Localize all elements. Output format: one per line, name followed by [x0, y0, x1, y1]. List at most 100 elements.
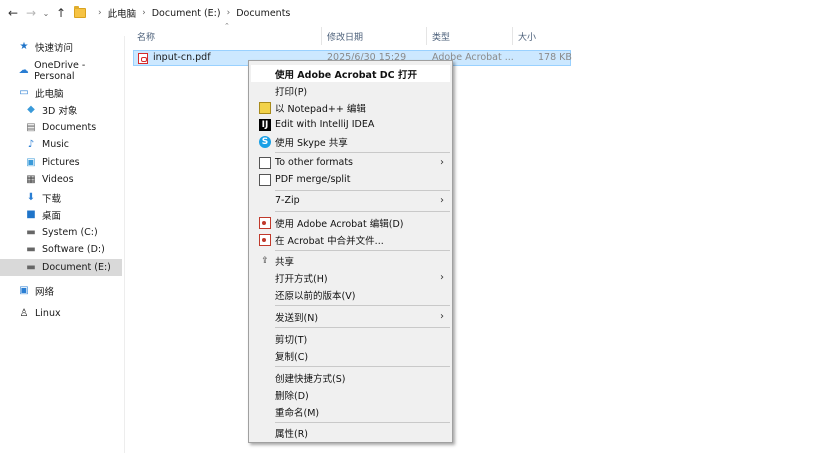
- menu-item-delete[interactable]: 删除(D): [251, 386, 450, 403]
- cube-icon: ◆: [27, 104, 35, 115]
- column-separator[interactable]: [512, 27, 513, 45]
- sidebar-item-3d-objects[interactable]: ◆ 3D 对象: [0, 101, 122, 118]
- submenu-arrow-icon: ›: [440, 157, 444, 168]
- submenu-arrow-icon: ›: [440, 272, 444, 283]
- up-arrow-icon[interactable]: ↑: [52, 3, 70, 23]
- merge-icon: [259, 173, 271, 186]
- sidebar-item-quick-access[interactable]: ★ 快速访问: [0, 38, 122, 55]
- menu-item-open-acrobat-dc[interactable]: 使用 Adobe Acrobat DC 打开: [251, 65, 450, 82]
- share-icon: ⇪: [261, 255, 269, 266]
- breadcrumb-this-pc[interactable]: 此电脑: [108, 6, 137, 20]
- back-arrow-icon[interactable]: ←: [4, 3, 22, 23]
- menu-separator: [275, 327, 450, 328]
- breadcrumb-drive-e[interactable]: Document (E:): [152, 8, 221, 19]
- menu-item-edit-acrobat[interactable]: 使用 Adobe Acrobat 编辑(D): [251, 214, 450, 231]
- network-icon: ▣: [19, 285, 29, 296]
- drive-icon: ▬: [26, 227, 36, 238]
- sidebar-item-label: 网络: [35, 286, 55, 298]
- sidebar-item-label: OneDrive - Personal: [34, 59, 86, 82]
- submenu-arrow-icon: ›: [440, 195, 444, 206]
- music-icon: ♪: [27, 139, 35, 150]
- drive-icon: ▬: [26, 244, 36, 255]
- menu-item-7zip[interactable]: 7-Zip ›: [251, 192, 450, 209]
- menu-separator: [275, 190, 450, 191]
- menu-item-properties[interactable]: 属性(R): [251, 424, 450, 441]
- sidebar-item-label: 快速访问: [35, 42, 74, 54]
- sidebar-item-software-d[interactable]: ▬ Software (D:): [0, 241, 122, 258]
- context-menu: 使用 Adobe Acrobat DC 打开 打印(P) 以 Notepad++…: [248, 60, 453, 443]
- sidebar-item-videos[interactable]: ▦ Videos: [0, 171, 122, 188]
- column-separator[interactable]: [321, 27, 322, 45]
- sidebar-item-onedrive[interactable]: ☁ OneDrive - Personal: [0, 59, 122, 82]
- intellij-icon: IJ: [259, 118, 271, 131]
- column-separator[interactable]: [426, 27, 427, 45]
- sidebar-item-this-pc[interactable]: ▭ 此电脑: [0, 84, 122, 101]
- sidebar-item-downloads[interactable]: ⬇ 下载: [0, 189, 122, 206]
- sidebar-item-label: 下载: [42, 193, 62, 205]
- convert-icon: [259, 156, 271, 169]
- menu-item-open-with[interactable]: 打开方式(H) ›: [251, 269, 450, 286]
- document-icon: ▤: [26, 122, 36, 133]
- menu-item-pdf-merge-split[interactable]: PDF merge/split: [251, 171, 450, 188]
- menu-item-copy[interactable]: 复制(C): [251, 347, 450, 364]
- breadcrumb-documents[interactable]: Documents: [236, 8, 290, 19]
- sidebar-item-label: Documents: [42, 122, 97, 133]
- column-header-modified[interactable]: 修改日期: [327, 27, 363, 45]
- menu-item-share[interactable]: ⇪ 共享: [251, 252, 450, 269]
- menu-item-rename[interactable]: 重命名(M): [251, 403, 450, 420]
- menu-item-restore-versions[interactable]: 还原以前的版本(V): [251, 286, 450, 303]
- linux-icon: ♙: [19, 308, 29, 319]
- sidebar-item-desktop[interactable]: ■ 桌面: [0, 206, 122, 223]
- sidebar-item-system-c[interactable]: ▬ System (C:): [0, 224, 122, 241]
- sidebar-item-document-e[interactable]: ▬ Document (E:): [0, 259, 122, 276]
- sidebar-item-label: Pictures: [42, 157, 80, 168]
- chevron-right-icon[interactable]: ›: [98, 8, 102, 18]
- picture-icon: ▣: [26, 157, 36, 168]
- submenu-arrow-icon: ›: [440, 311, 444, 322]
- file-size: 178 KB: [538, 52, 572, 63]
- cloud-icon: ☁: [18, 65, 29, 76]
- sidebar-item-linux[interactable]: ♙ Linux: [0, 305, 122, 322]
- menu-item-create-shortcut[interactable]: 创建快捷方式(S): [251, 369, 450, 386]
- column-header-type[interactable]: 类型: [432, 27, 450, 45]
- chevron-right-icon[interactable]: ›: [142, 8, 146, 18]
- sidebar-item-music[interactable]: ♪ Music: [0, 136, 122, 153]
- menu-item-edit-notepadpp[interactable]: 以 Notepad++ 编辑: [251, 99, 450, 116]
- navigation-pane: ★ 快速访问 ☁ OneDrive - Personal ▭ 此电脑 ◆ 3D …: [0, 36, 124, 453]
- menu-item-to-other-formats[interactable]: To other formats ›: [251, 154, 450, 171]
- column-header-size[interactable]: 大小: [518, 27, 536, 45]
- notepadpp-icon: [259, 101, 271, 114]
- sidebar-item-label: Videos: [42, 174, 74, 185]
- menu-separator: [275, 366, 450, 367]
- breadcrumb[interactable]: › 此电脑 › Document (E:) › Documents: [74, 3, 290, 23]
- menu-separator: [275, 305, 450, 306]
- menu-item-print[interactable]: 打印(P): [251, 82, 450, 99]
- menu-separator: [275, 152, 450, 153]
- sidebar-item-label: System (C:): [42, 227, 98, 238]
- forward-arrow-icon[interactable]: →: [22, 3, 40, 23]
- recent-locations-chevron-icon[interactable]: ⌄: [40, 3, 52, 23]
- chevron-right-icon[interactable]: ›: [227, 8, 231, 18]
- download-icon: ⬇: [26, 192, 36, 203]
- sort-ascending-icon: ⌃: [224, 22, 230, 30]
- sidebar-item-pictures[interactable]: ▣ Pictures: [0, 154, 122, 171]
- sidebar-item-label: Software (D:): [42, 244, 105, 255]
- sidebar-item-label: Music: [42, 139, 70, 150]
- menu-item-cut[interactable]: 剪切(T): [251, 330, 450, 347]
- sidebar-item-label: Document (E:): [42, 262, 111, 273]
- column-header-name[interactable]: 名称: [137, 27, 155, 45]
- sidebar-item-label: 桌面: [42, 210, 62, 222]
- sidebar-item-network[interactable]: ▣ 网络: [0, 282, 122, 299]
- menu-item-send-to[interactable]: 发送到(N) ›: [251, 308, 450, 325]
- sidebar-item-documents[interactable]: ▤ Documents: [0, 119, 122, 136]
- pane-divider: [124, 36, 125, 453]
- address-bar: ← → ⌄ ↑ › 此电脑 › Document (E:) › Document…: [0, 0, 840, 26]
- menu-item-combine-acrobat[interactable]: 在 Acrobat 中合并文件...: [251, 231, 450, 248]
- menu-item-edit-intellij[interactable]: IJ Edit with IntelliJ IDEA: [251, 116, 450, 133]
- star-icon: ★: [19, 41, 29, 52]
- menu-separator: [275, 211, 450, 212]
- menu-separator: [275, 422, 450, 423]
- drive-icon: ▬: [26, 262, 36, 273]
- menu-item-share-skype[interactable]: S 使用 Skype 共享: [251, 133, 450, 150]
- video-icon: ▦: [26, 174, 36, 185]
